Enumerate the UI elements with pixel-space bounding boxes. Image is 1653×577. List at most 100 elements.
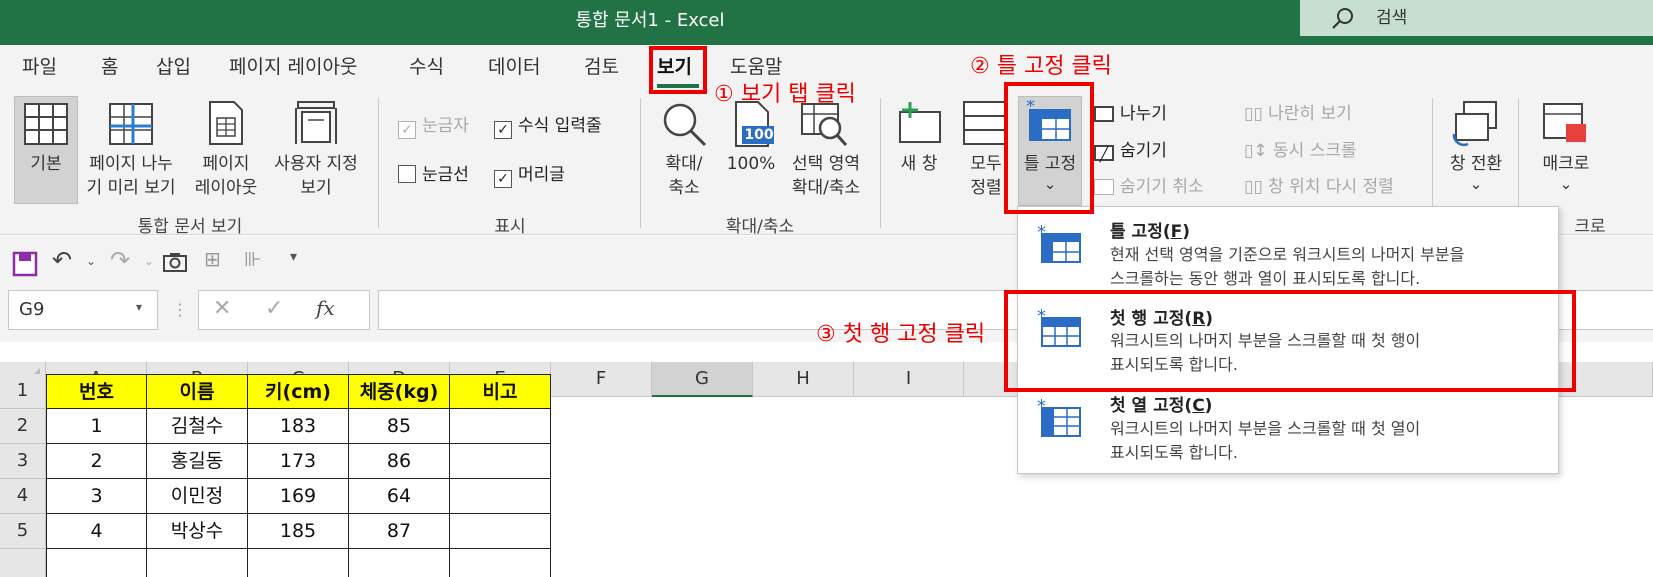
view-side-by-side-button[interactable]: ▯▯ 나란히 보기 bbox=[1244, 101, 1352, 127]
column-header[interactable]: I bbox=[854, 362, 964, 397]
format-icon[interactable]: ⊞ bbox=[204, 247, 221, 271]
table-cell[interactable] bbox=[147, 549, 248, 577]
align-icon[interactable]: ⊪ bbox=[244, 247, 261, 271]
table-cell[interactable] bbox=[46, 549, 147, 577]
table-header-cell[interactable]: 비고 bbox=[450, 374, 551, 409]
zoom-100-label[interactable]: 100% bbox=[718, 152, 784, 176]
hide-icon: ╱ bbox=[1094, 145, 1114, 163]
page-break-preview-label-1[interactable]: 페이지 나누 bbox=[78, 152, 184, 176]
ruler-checkbox[interactable]: ✓ 눈금자 bbox=[398, 113, 469, 139]
zoom-to-selection-label-1[interactable]: 선택 영역 bbox=[780, 152, 872, 176]
new-window-label[interactable]: 새 창 bbox=[886, 152, 952, 176]
headings-label: 머리글 bbox=[518, 165, 565, 185]
tab-file[interactable]: 파일 bbox=[22, 50, 57, 84]
camera-icon[interactable] bbox=[162, 251, 188, 273]
chevron-down-icon[interactable]: ⌄ bbox=[144, 254, 154, 268]
custom-views-icon bbox=[295, 101, 337, 144]
table-cell[interactable]: 85 bbox=[349, 409, 450, 444]
more-options-icon: ⋮ bbox=[172, 300, 188, 319]
page-break-preview-label-2[interactable]: 기 미리 보기 bbox=[78, 176, 184, 200]
save-icon[interactable] bbox=[12, 251, 38, 277]
tab-review[interactable]: 검토 bbox=[584, 50, 619, 84]
hide-label: 숨기기 bbox=[1120, 141, 1167, 161]
column-header[interactable]: F bbox=[551, 362, 652, 397]
table-cell[interactable]: 2 bbox=[46, 444, 147, 479]
table-header-cell[interactable]: 이름 bbox=[147, 374, 248, 409]
table-cell[interactable]: 169 bbox=[248, 479, 349, 514]
zoom-icon bbox=[663, 103, 707, 147]
tab-insert[interactable]: 삽입 bbox=[156, 50, 191, 84]
menu-item-description: 워크시트의 나머지 부분을 스크롤할 때 첫 열이 bbox=[1110, 419, 1421, 438]
annotation-step-3: ③ 첫 행 고정 클릭 bbox=[816, 322, 986, 347]
formula-bar-label: 수식 입력줄 bbox=[518, 116, 602, 136]
search-label: 검색 bbox=[1376, 8, 1408, 28]
table-cell[interactable]: 173 bbox=[248, 444, 349, 479]
table-cell[interactable]: 이민정 bbox=[147, 479, 248, 514]
search-icon bbox=[1332, 8, 1353, 29]
table-cell[interactable] bbox=[450, 479, 551, 514]
page-layout-label-2[interactable]: 레이아웃 bbox=[186, 176, 266, 200]
unhide-button[interactable]: 숨기기 취소 bbox=[1094, 174, 1204, 200]
hide-button[interactable]: ╱ 숨기기 bbox=[1094, 138, 1167, 164]
table-cell[interactable]: 64 bbox=[349, 479, 450, 514]
zoom-label-2[interactable]: 축소 bbox=[650, 176, 718, 200]
cancel-icon[interactable]: ✕ bbox=[213, 296, 231, 321]
redo-icon[interactable]: ↷ bbox=[110, 246, 130, 274]
headings-checkbox[interactable]: ✓ 머리글 bbox=[494, 162, 565, 188]
custom-views-label-2[interactable]: 보기 bbox=[266, 176, 366, 200]
formula-bar-checkbox[interactable]: ✓ 수식 입력줄 bbox=[494, 113, 602, 139]
table-cell[interactable]: 1 bbox=[46, 409, 147, 444]
zoom-to-selection-label-2[interactable]: 확대/축소 bbox=[780, 176, 872, 200]
zoom-label-1[interactable]: 확대/ bbox=[650, 152, 718, 176]
tab-formulas[interactable]: 수식 bbox=[409, 50, 444, 84]
custom-views-label-1[interactable]: 사용자 지정 bbox=[266, 152, 366, 176]
row-header[interactable]: 5 bbox=[0, 514, 46, 549]
chevron-down-icon[interactable]: ⌄ bbox=[86, 254, 96, 268]
table-cell[interactable]: 홍길동 bbox=[147, 444, 248, 479]
table-cell[interactable]: 185 bbox=[248, 514, 349, 549]
row-header[interactable]: 3 bbox=[0, 444, 46, 479]
split-button[interactable]: 나누기 bbox=[1094, 101, 1167, 127]
table-cell[interactable]: 87 bbox=[349, 514, 450, 549]
table-cell[interactable]: 김철수 bbox=[147, 409, 248, 444]
table-cell[interactable] bbox=[450, 444, 551, 479]
reset-window-position-button[interactable]: ▯▯ 창 위치 다시 정렬 bbox=[1244, 174, 1394, 200]
row-header[interactable]: 1 bbox=[0, 374, 46, 409]
ribbon-separator bbox=[378, 98, 379, 228]
enter-icon[interactable]: ✓ bbox=[265, 296, 283, 321]
table-cell[interactable]: 86 bbox=[349, 444, 450, 479]
page-layout-icon bbox=[209, 101, 243, 145]
row-header[interactable]: 2 bbox=[0, 409, 46, 444]
customize-toolbar-icon[interactable]: ▾ bbox=[290, 249, 297, 265]
table-cell[interactable] bbox=[450, 409, 551, 444]
table-header-cell[interactable]: 키(cm) bbox=[248, 374, 349, 409]
table-cell[interactable]: 3 bbox=[46, 479, 147, 514]
table-cell[interactable] bbox=[450, 549, 551, 577]
row-header[interactable] bbox=[0, 549, 46, 577]
split-label: 나누기 bbox=[1120, 104, 1167, 124]
table-header-cell[interactable]: 체중(kg) bbox=[349, 374, 450, 409]
table-cell[interactable]: 박상수 bbox=[147, 514, 248, 549]
tab-data[interactable]: 데이터 bbox=[488, 50, 540, 84]
menu-item-title: 첫 열 고정(C) bbox=[1110, 396, 1213, 416]
tab-page-layout[interactable]: 페이지 레이아웃 bbox=[229, 50, 357, 84]
chevron-down-icon[interactable]: ▾ bbox=[136, 300, 142, 314]
gridlines-checkbox[interactable]: 눈금선 bbox=[398, 162, 469, 188]
table-cell[interactable] bbox=[349, 549, 450, 577]
row-header[interactable]: 4 bbox=[0, 479, 46, 514]
table-header-cell[interactable]: 번호 bbox=[46, 374, 147, 409]
column-header[interactable]: H bbox=[753, 362, 854, 397]
insert-function-icon[interactable]: fx bbox=[316, 296, 335, 320]
table-cell[interactable] bbox=[450, 514, 551, 549]
page-layout-label-1[interactable]: 페이지 bbox=[190, 152, 262, 176]
table-cell[interactable] bbox=[248, 549, 349, 577]
column-header[interactable]: G bbox=[652, 362, 753, 397]
sync-scroll-icon: ▯↕ bbox=[1244, 141, 1274, 161]
new-window-icon bbox=[899, 102, 941, 143]
synchronous-scrolling-button[interactable]: ▯↕ 동시 스크롤 bbox=[1244, 138, 1357, 164]
switch-windows-icon bbox=[1452, 101, 1497, 147]
tab-home[interactable]: 홈 bbox=[101, 50, 118, 84]
table-cell[interactable]: 4 bbox=[46, 514, 147, 549]
table-cell[interactable]: 183 bbox=[248, 409, 349, 444]
undo-icon[interactable]: ↶ bbox=[52, 246, 72, 274]
